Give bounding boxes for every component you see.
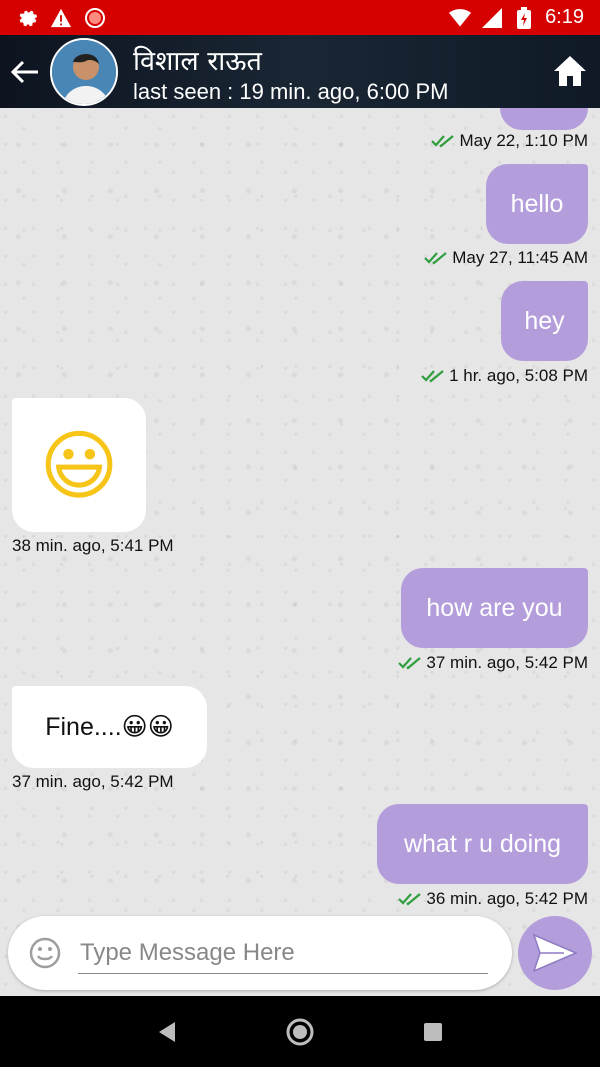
message-meta: May 27, 11:45 AM <box>424 248 588 268</box>
message-emoji: 😃 <box>39 420 119 510</box>
message-bubble-outgoing[interactable]: what r u doing <box>377 804 588 884</box>
circle-home-icon <box>286 1018 314 1045</box>
message-text: Fine....😀😀 <box>45 713 174 741</box>
triangle-back-icon <box>158 1021 175 1042</box>
message-text: hey <box>524 306 565 335</box>
message-meta: 1 hr. ago, 5:08 PM <box>421 366 588 386</box>
message-meta: 38 min. ago, 5:41 PM <box>12 536 174 556</box>
message-bubble-outgoing[interactable]: how are you <box>401 568 588 648</box>
message-meta: 36 min. ago, 5:42 PM <box>398 889 588 909</box>
emoji-button[interactable] <box>28 936 62 970</box>
message-bubble-outgoing[interactable]: hey <box>501 281 588 361</box>
contact-name: विशाल राऊत <box>133 46 262 77</box>
send-icon <box>532 933 578 973</box>
arrow-left-icon <box>10 60 38 84</box>
nav-recents-button[interactable] <box>413 1012 453 1052</box>
last-seen-status: last seen : 19 min. ago, 6:00 PM <box>133 79 449 104</box>
system-navigation-bar <box>0 996 600 1067</box>
message-meta: 37 min. ago, 5:42 PM <box>12 772 174 792</box>
avatar[interactable] <box>50 38 118 106</box>
warning-icon <box>50 7 72 29</box>
message-bubble-incoming[interactable]: Fine....😀😀 <box>12 686 207 768</box>
message-time: 37 min. ago, 5:42 PM <box>12 772 174 791</box>
message-text: what r u doing <box>403 829 562 858</box>
double-check-icon <box>421 370 444 383</box>
home-icon <box>554 56 586 86</box>
chat-message-list[interactable]: May 22, 1:10 PM hello May 27, 11:45 AM h… <box>0 108 600 996</box>
message-bubble-outgoing[interactable] <box>500 108 588 130</box>
double-check-icon <box>398 657 422 670</box>
square-recents-icon <box>424 1022 443 1041</box>
message-text: how are you <box>426 593 563 622</box>
message-meta: 37 min. ago, 5:42 PM <box>398 653 588 673</box>
message-meta: May 22, 1:10 PM <box>431 131 588 151</box>
nav-home-button[interactable] <box>280 1012 320 1052</box>
chat-header: विशाल राऊत last seen : 19 min. ago, 6:00… <box>0 35 600 108</box>
signal-icon <box>481 7 503 29</box>
status-bar: 6:19 <box>0 0 600 35</box>
message-time: 37 min. ago, 5:42 PM <box>426 653 588 672</box>
message-time: May 27, 11:45 AM <box>452 248 588 267</box>
record-icon <box>84 7 106 29</box>
settings-icon <box>16 7 38 29</box>
clock: 6:19 <box>545 6 584 28</box>
message-time: 1 hr. ago, 5:08 PM <box>449 366 588 385</box>
message-time: 38 min. ago, 5:41 PM <box>12 536 174 555</box>
battery-icon <box>513 6 535 29</box>
wifi-icon <box>449 7 472 29</box>
back-button[interactable] <box>8 55 42 89</box>
message-input[interactable] <box>78 932 488 974</box>
send-button[interactable] <box>518 916 592 990</box>
message-time: May 22, 1:10 PM <box>459 131 588 150</box>
message-text: hello <box>510 189 564 218</box>
message-time: 36 min. ago, 5:42 PM <box>426 889 588 908</box>
double-check-icon <box>424 252 447 265</box>
message-compose-bar <box>8 916 512 990</box>
message-bubble-incoming[interactable]: 😃 <box>12 398 146 532</box>
nav-back-button[interactable] <box>147 1012 187 1052</box>
double-check-icon <box>431 135 455 148</box>
message-bubble-outgoing[interactable]: hello <box>486 164 588 244</box>
smiley-icon <box>29 937 61 969</box>
double-check-icon <box>398 893 422 906</box>
home-button[interactable] <box>552 53 588 89</box>
